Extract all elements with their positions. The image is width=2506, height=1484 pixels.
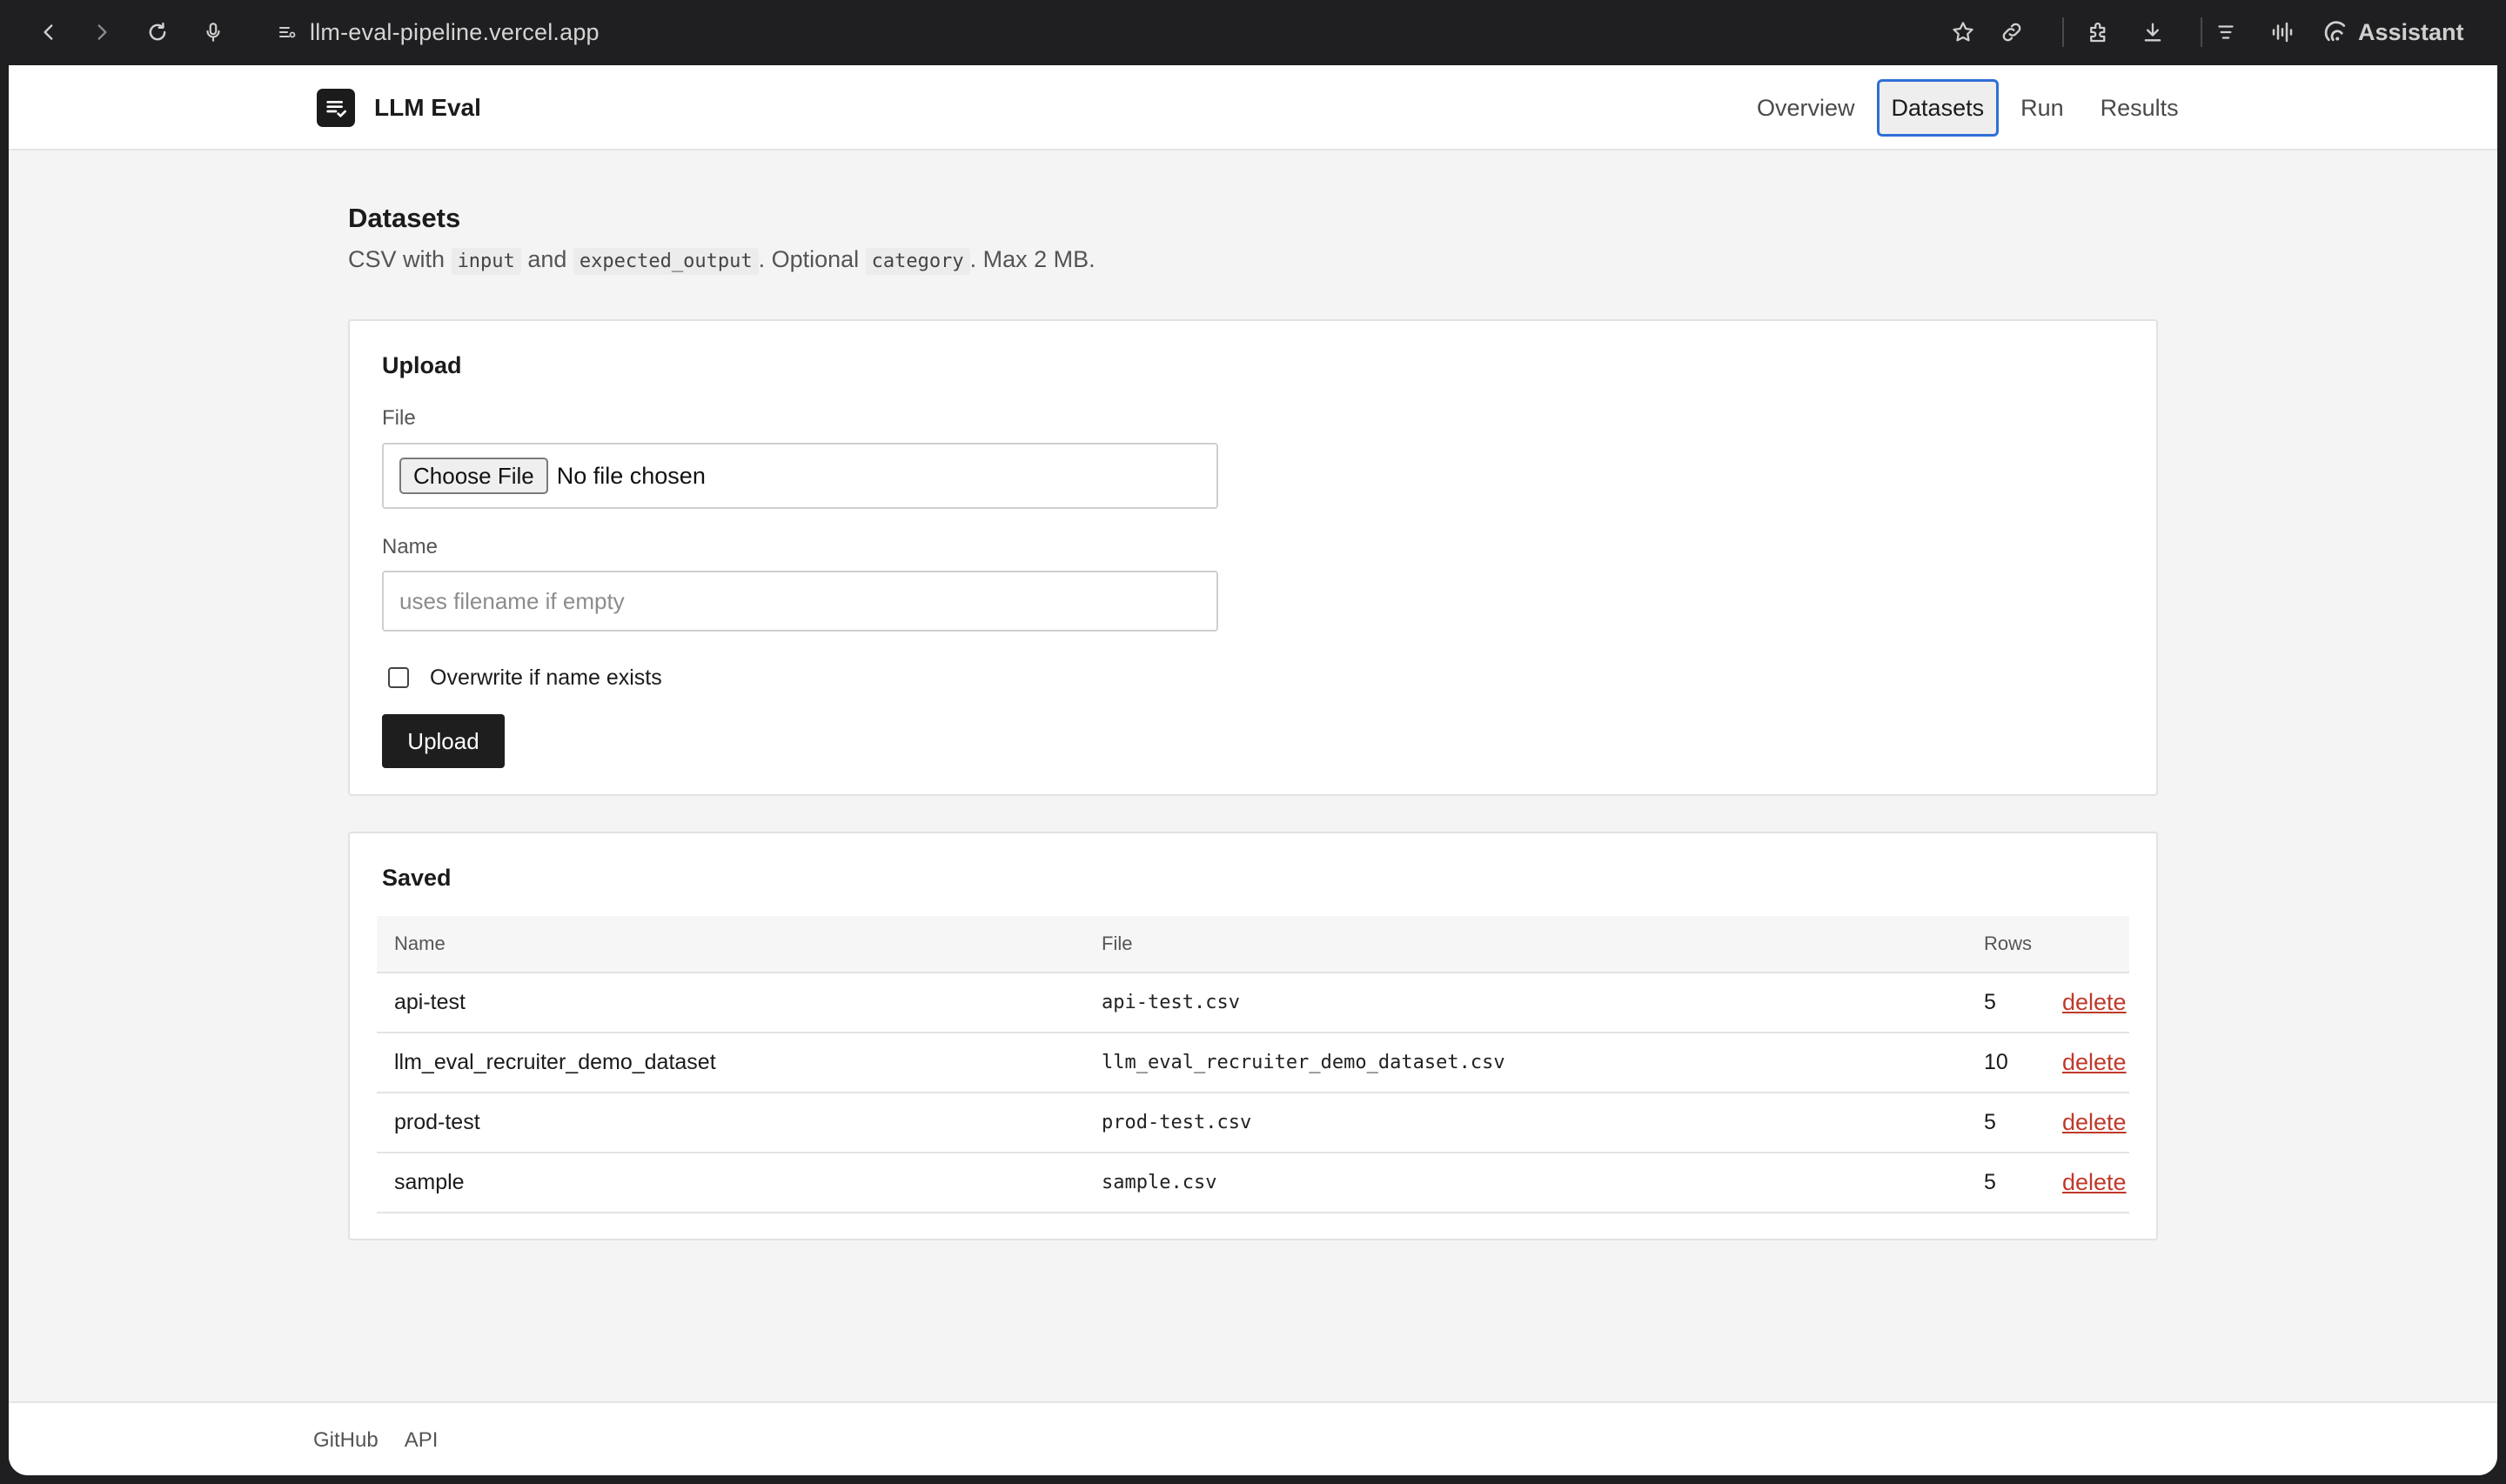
desc-code-expected-output: expected_output bbox=[573, 248, 759, 275]
main-nav: Overview Datasets Run Results bbox=[1742, 79, 2194, 137]
nav-results[interactable]: Results bbox=[2086, 79, 2194, 137]
table-row: llm_eval_recruiter_demo_dataset llm_eval… bbox=[377, 1033, 2129, 1093]
assistant-icon bbox=[2323, 19, 2349, 45]
dataset-file: sample.csv bbox=[1102, 1172, 1217, 1193]
delete-link[interactable]: delete bbox=[2062, 1093, 2127, 1152]
column-header-name: Name bbox=[394, 933, 446, 954]
desc-text: CSV with bbox=[348, 246, 446, 272]
llm-eval-logo-icon bbox=[317, 89, 355, 127]
forward-icon[interactable] bbox=[82, 12, 122, 52]
saved-card: Saved Name File Rows api-test api-test.c… bbox=[348, 832, 2158, 1240]
dataset-row-count: 5 bbox=[1984, 990, 1996, 1014]
dataset-row-count: 5 bbox=[1984, 1110, 1996, 1134]
site-footer: GitHub API bbox=[9, 1401, 2497, 1475]
web-page: LLM Eval Overview Datasets Run Results D… bbox=[9, 65, 2497, 1475]
desc-code-input: input bbox=[451, 248, 521, 275]
url-text[interactable]: llm-eval-pipeline.vercel.app bbox=[310, 19, 600, 46]
toolbar-divider bbox=[2062, 17, 2064, 47]
desc-text: . Optional bbox=[758, 246, 860, 272]
browser-toolbar: llm-eval-pipeline.vercel.app Assistant bbox=[0, 0, 2506, 65]
nav-run[interactable]: Run bbox=[2006, 79, 2079, 137]
table-header: Name File Rows bbox=[377, 916, 2129, 973]
nav-datasets[interactable]: Datasets bbox=[1876, 79, 2000, 137]
name-label: Name bbox=[382, 535, 439, 558]
delete-link[interactable]: delete bbox=[2062, 1153, 2127, 1212]
back-icon[interactable] bbox=[29, 12, 69, 52]
toolbar-divider bbox=[2201, 17, 2202, 47]
download-icon[interactable] bbox=[2133, 12, 2173, 52]
page-description: CSV with input and expected_output. Opti… bbox=[348, 246, 1096, 275]
saved-card-title: Saved bbox=[382, 865, 452, 891]
dataset-file: prod-test.csv bbox=[1102, 1112, 1252, 1133]
desc-text: . Max 2 MB. bbox=[969, 246, 1096, 272]
site-settings-icon[interactable] bbox=[277, 22, 298, 43]
dataset-name: llm_eval_recruiter_demo_dataset bbox=[394, 1050, 716, 1074]
overwrite-checkbox[interactable] bbox=[388, 667, 409, 688]
audio-wave-icon[interactable] bbox=[2262, 12, 2302, 52]
reading-list-icon[interactable] bbox=[2206, 12, 2246, 52]
choose-file-button[interactable]: Choose File bbox=[399, 458, 548, 494]
reload-icon[interactable] bbox=[137, 12, 178, 52]
brand-link[interactable]: LLM Eval bbox=[317, 88, 481, 128]
overwrite-option[interactable]: Overwrite if name exists bbox=[388, 660, 662, 695]
table-row: sample sample.csv 5 delete bbox=[377, 1153, 2129, 1213]
upload-card: Upload File Choose File No file chosen N… bbox=[348, 319, 2158, 796]
desc-text: and bbox=[527, 246, 567, 272]
datasets-table: Name File Rows api-test api-test.csv 5 d… bbox=[377, 916, 2129, 1213]
brand-name: LLM Eval bbox=[374, 94, 481, 121]
file-status-text: No file chosen bbox=[556, 462, 706, 489]
delete-link[interactable]: delete bbox=[2062, 1033, 2127, 1092]
dataset-name: sample bbox=[394, 1170, 465, 1194]
delete-link[interactable]: delete bbox=[2062, 973, 2127, 1032]
bookmark-star-icon[interactable] bbox=[1943, 12, 1983, 52]
assistant-button[interactable]: Assistant bbox=[2323, 12, 2464, 52]
nav-overview[interactable]: Overview bbox=[1742, 79, 1870, 137]
extensions-icon[interactable] bbox=[2079, 12, 2119, 52]
dataset-name: prod-test bbox=[394, 1110, 480, 1134]
page-title: Datasets bbox=[348, 203, 461, 233]
dataset-name: api-test bbox=[394, 990, 466, 1014]
dataset-file: llm_eval_recruiter_demo_dataset.csv bbox=[1102, 1052, 1505, 1073]
table-row: api-test api-test.csv 5 delete bbox=[377, 973, 2129, 1033]
footer-link-api[interactable]: API bbox=[405, 1428, 439, 1453]
dataset-row-count: 10 bbox=[1984, 1050, 2008, 1074]
table-row: prod-test prod-test.csv 5 delete bbox=[377, 1093, 2129, 1153]
site-header: LLM Eval Overview Datasets Run Results bbox=[9, 65, 2497, 150]
dataset-file: api-test.csv bbox=[1102, 992, 1240, 1013]
address-bar[interactable]: llm-eval-pipeline.vercel.app bbox=[277, 12, 600, 52]
link-icon[interactable] bbox=[1992, 12, 2032, 52]
file-input[interactable]: Choose File No file chosen bbox=[382, 443, 1218, 509]
overwrite-label[interactable]: Overwrite if name exists bbox=[430, 665, 662, 691]
desc-code-category: category bbox=[865, 248, 970, 275]
column-header-file: File bbox=[1102, 933, 1133, 954]
file-label: File bbox=[382, 406, 416, 430]
microphone-icon[interactable] bbox=[193, 12, 233, 52]
column-header-rows: Rows bbox=[1984, 933, 2033, 954]
footer-link-github[interactable]: GitHub bbox=[313, 1428, 379, 1453]
name-input[interactable] bbox=[382, 571, 1218, 632]
upload-card-title: Upload bbox=[382, 352, 462, 378]
footer-links: GitHub API bbox=[313, 1403, 438, 1475]
dataset-row-count: 5 bbox=[1984, 1170, 1996, 1194]
upload-button[interactable]: Upload bbox=[382, 714, 505, 768]
assistant-label: Assistant bbox=[2358, 18, 2464, 45]
